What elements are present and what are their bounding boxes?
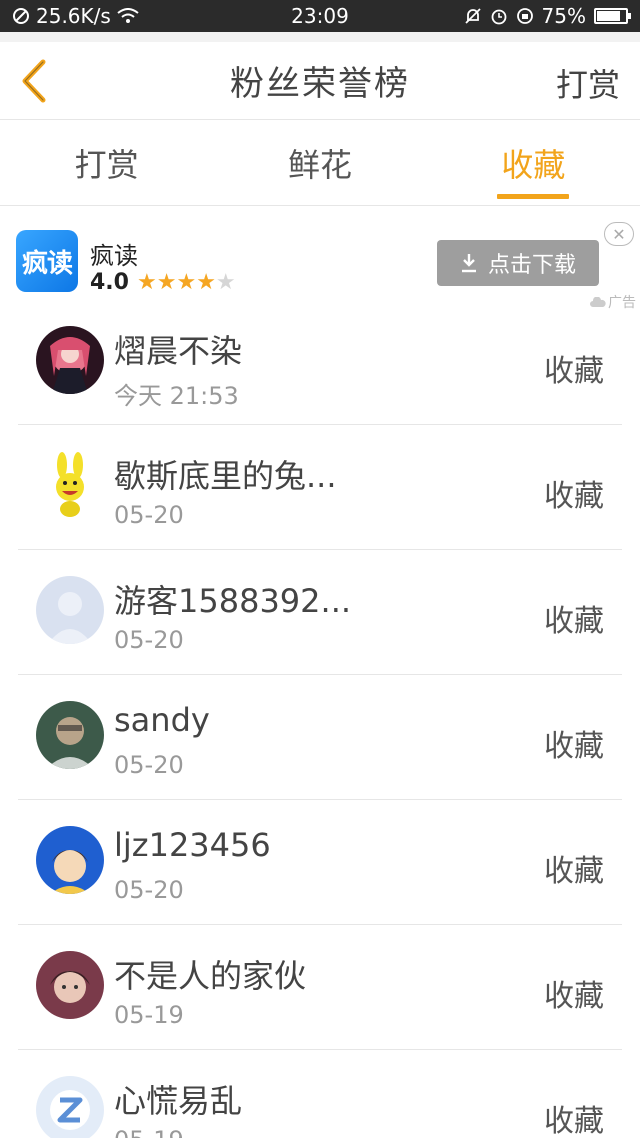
photo-child-avatar-icon <box>36 951 104 1019</box>
fan-row[interactable]: 心慌易乱 05-19 收藏 <box>18 1050 622 1138</box>
ad-rating-score: 4.0 <box>90 270 129 295</box>
photo-avatar-icon <box>36 701 104 769</box>
fan-date: 05-20 <box>114 626 184 654</box>
rabbit-avatar-icon <box>36 451 104 519</box>
fan-row[interactable]: 歇斯底里的兔... 05-20 收藏 <box>18 425 622 550</box>
z-logo-avatar-icon <box>36 1076 104 1138</box>
avatar[interactable] <box>36 576 104 644</box>
rotation-lock-icon <box>516 8 533 24</box>
close-icon: ✕ <box>612 224 626 244</box>
fan-date: 05-20 <box>114 751 184 779</box>
battery-percent: 75% <box>541 4 586 28</box>
download-button[interactable]: 点击下载 <box>437 240 599 286</box>
tab-bar: 打赏 鲜花 收藏 <box>0 120 640 206</box>
fan-name: 不是人的家伙 <box>114 957 307 995</box>
fan-action: 收藏 <box>544 729 604 764</box>
fan-name: 心慌易乱 <box>114 1082 243 1120</box>
avatar[interactable] <box>36 1076 104 1138</box>
active-tab-indicator <box>497 194 570 199</box>
download-label: 点击下载 <box>487 253 576 278</box>
tab-label: 打赏 <box>74 145 139 184</box>
title-bar: 粉丝荣誉榜 打赏 <box>0 42 640 120</box>
status-bar: 25.6K/s 23:09 75% <box>0 0 640 32</box>
star-rating: ★★★★★ <box>136 269 236 295</box>
fan-row[interactable]: ljz123456 05-20 收藏 <box>18 800 622 925</box>
fan-name: ljz123456 <box>114 826 271 864</box>
ad-app-icon[interactable]: 疯读 <box>16 230 78 292</box>
tab-label: 鲜花 <box>287 145 352 184</box>
battery-icon <box>594 8 631 24</box>
fan-name: sandy <box>114 701 210 739</box>
tab-label: 收藏 <box>501 145 566 184</box>
status-right: 75% <box>464 4 631 28</box>
fan-date: 05-19 <box>114 1126 184 1138</box>
tab-reward[interactable]: 打赏 <box>0 120 213 205</box>
fan-action: 收藏 <box>544 854 604 889</box>
status-left: 25.6K/s <box>12 4 139 28</box>
fan-name: 熠晨不染 <box>114 332 243 370</box>
fan-row[interactable]: 熠晨不染 今天 21:53 收藏 <box>18 300 622 425</box>
star-filled-icon: ★ <box>136 269 157 295</box>
back-chevron-icon <box>22 59 46 103</box>
star-filled-icon: ★ <box>196 269 216 295</box>
cartoon-avatar-icon <box>36 826 104 894</box>
reward-button[interactable]: 打赏 <box>556 60 620 106</box>
star-filled-icon: ★ <box>156 269 177 295</box>
avatar[interactable] <box>36 701 104 769</box>
avatar[interactable] <box>36 826 104 894</box>
fan-action: 收藏 <box>544 354 604 389</box>
tab-favorites[interactable]: 收藏 <box>427 120 640 205</box>
fan-row[interactable]: 游客1588392... 05-20 收藏 <box>18 550 622 675</box>
mute-bell-icon <box>464 8 481 24</box>
avatar[interactable] <box>36 326 104 394</box>
fan-row[interactable]: sandy 05-20 收藏 <box>18 675 622 800</box>
fan-date: 05-19 <box>114 1001 184 1029</box>
fan-action: 收藏 <box>544 479 604 514</box>
avatar[interactable] <box>36 451 104 519</box>
back-button[interactable] <box>14 56 54 106</box>
header-gap <box>0 32 640 42</box>
ad-rating: 4.0 ★★★★★ <box>90 270 236 295</box>
alarm-icon <box>491 9 506 25</box>
fan-date: 05-20 <box>114 501 184 529</box>
wifi-icon <box>117 8 139 23</box>
network-speed: 25.6K/s <box>36 4 111 28</box>
fan-date: 05-20 <box>114 876 184 904</box>
anime-avatar-icon <box>36 326 104 394</box>
no-sim-icon <box>13 8 29 24</box>
fan-row[interactable]: 不是人的家伙 05-19 收藏 <box>18 925 622 1050</box>
star-empty-icon: ★ <box>215 269 236 295</box>
star-filled-icon: ★ <box>176 269 197 295</box>
default-user-icon <box>36 576 104 644</box>
download-icon <box>461 254 476 273</box>
avatar[interactable] <box>36 951 104 1019</box>
ad-close-button[interactable]: ✕ <box>604 222 634 246</box>
page-title: 粉丝荣誉榜 <box>230 64 410 104</box>
ad-banner[interactable]: 疯读 疯读 4.0 ★★★★★ 点击下载 ✕ 广告 <box>0 206 640 311</box>
fan-action: 收藏 <box>544 979 604 1014</box>
fan-action: 收藏 <box>544 1104 604 1138</box>
fan-name: 歇斯底里的兔... <box>114 457 337 495</box>
fan-date: 今天 21:53 <box>114 382 239 410</box>
battery-fill <box>597 11 620 21</box>
tab-flowers[interactable]: 鲜花 <box>213 120 426 205</box>
ad-app-name: 疯读 <box>90 242 138 270</box>
fan-list: 熠晨不染 今天 21:53 收藏 歇斯底里的兔... 05-20 收藏 游客15… <box>0 300 640 1138</box>
fan-action: 收藏 <box>544 604 604 639</box>
fan-name: 游客1588392... <box>114 582 352 620</box>
